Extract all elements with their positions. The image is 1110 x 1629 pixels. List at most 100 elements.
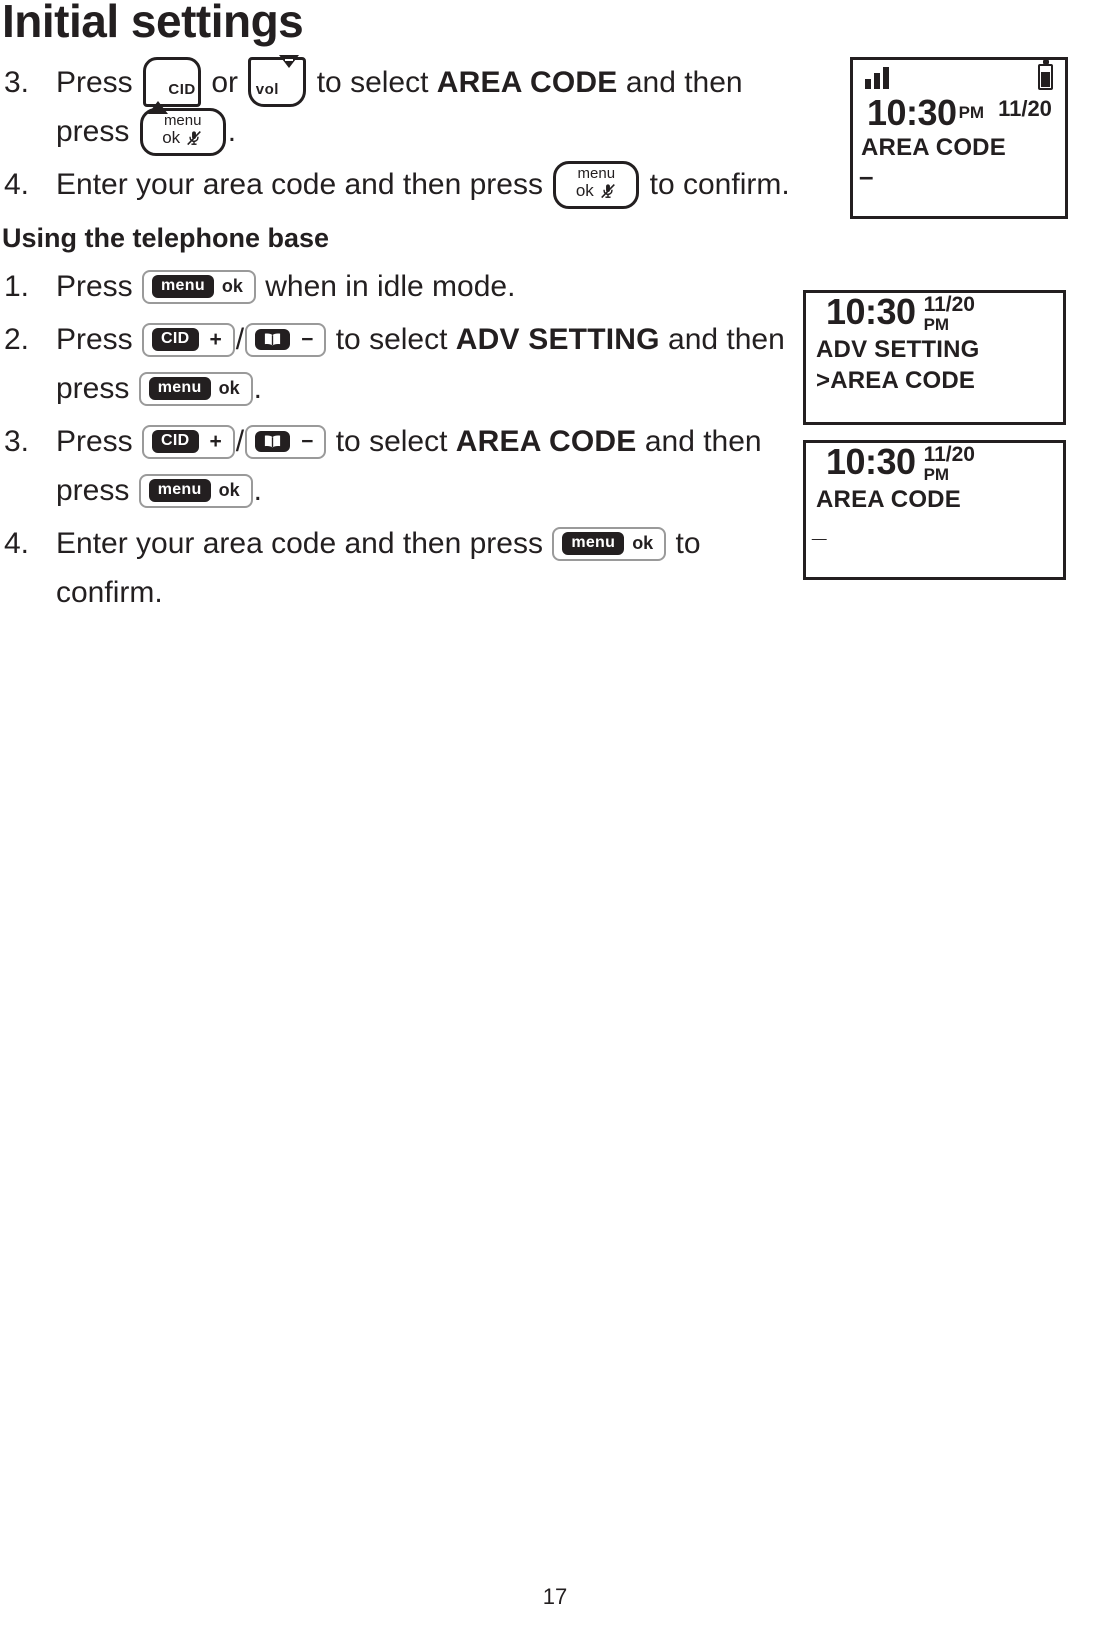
list-item: 2. Press CID + / − to select ADV SETTING… bbox=[0, 315, 800, 413]
step-number: 4. bbox=[4, 527, 30, 561]
list-item: 4. Enter your area code and then press m… bbox=[0, 160, 800, 209]
step-number: 4. bbox=[4, 168, 30, 202]
cid-key-label: CID bbox=[168, 81, 196, 99]
step-text: Press CID + / − to select ADV SETTING an… bbox=[56, 315, 800, 413]
step-number: 1. bbox=[4, 270, 30, 304]
plus-sign-icon: + bbox=[209, 327, 222, 351]
plus-sign-icon: + bbox=[209, 429, 222, 453]
page-title: Initial settings bbox=[2, 0, 304, 47]
menu-pill-label: menu bbox=[148, 479, 211, 503]
lcd-ampm: PM bbox=[923, 465, 950, 484]
step-number: 3. bbox=[4, 66, 30, 99]
menu-option-name: AREA CODE bbox=[455, 425, 637, 459]
menu-ok-key-line2: ok bbox=[575, 180, 594, 200]
step-text-fragment: . bbox=[253, 474, 262, 508]
lcd-cursor: _ bbox=[812, 513, 827, 543]
step-text-fragment: when in idle mode. bbox=[256, 270, 516, 304]
step-text: Enter your area code and then press menu… bbox=[56, 160, 800, 209]
lcd-status-bar bbox=[853, 60, 1065, 94]
lcd-time: 10:30 bbox=[826, 291, 916, 332]
menu-ok-key-line1: menu bbox=[163, 111, 202, 129]
step-text: Press menu ok when in idle mode. bbox=[56, 262, 800, 311]
lcd-clock-row: 10:30 11/20 PM bbox=[806, 441, 1063, 485]
lcd-date: 11/20 bbox=[998, 96, 1052, 121]
list-item: 4. Enter your area code and then press m… bbox=[0, 519, 800, 617]
menu-ok-key-base-icon[interactable]: menu ok bbox=[138, 371, 253, 406]
list-item: 3. Press CID + / − to select AREA CODE a… bbox=[0, 417, 800, 515]
menu-ok-key-handset-icon[interactable]: menu ok bbox=[139, 107, 226, 156]
step-text-fragment: / bbox=[235, 323, 245, 357]
menu-option-name: ADV SETTING bbox=[455, 323, 660, 357]
lcd-time: 10:30 bbox=[826, 441, 916, 482]
mute-microphone-icon bbox=[185, 129, 203, 147]
mute-microphone-icon bbox=[599, 182, 617, 200]
step-text-fragment: Press bbox=[56, 425, 142, 459]
step-number: 3. bbox=[4, 425, 30, 459]
step-text-fragment: to select bbox=[308, 66, 437, 99]
battery-icon bbox=[1038, 60, 1053, 90]
section-heading: Using the telephone base bbox=[2, 223, 330, 254]
ok-label: ok bbox=[632, 533, 654, 554]
step-text: Press CID + / − to select AREA CODE and … bbox=[56, 417, 800, 515]
triangle-down-minus-icon bbox=[278, 55, 299, 102]
phonebook-key-base-icon[interactable]: − bbox=[245, 424, 327, 459]
step-text-fragment: to select bbox=[327, 425, 456, 459]
step-text-fragment: . bbox=[253, 372, 262, 406]
minus-sign-icon: − bbox=[301, 327, 314, 351]
cid-pill-label: CID bbox=[152, 328, 199, 352]
lcd-clock-row: 10:30 PM 11/20 bbox=[853, 94, 1065, 132]
handset-area-code-entry-screen: 10:30 PM 11/20 AREA CODE – bbox=[850, 57, 1068, 219]
instructions-column: 3. Press CID or vol to select AREA CODE … bbox=[0, 55, 800, 621]
menu-pill-label: menu bbox=[562, 532, 625, 556]
menu-ok-key-base-icon[interactable]: menu ok bbox=[138, 473, 253, 508]
menu-ok-key-line1: menu bbox=[577, 164, 616, 182]
cid-key-handset-icon[interactable]: CID bbox=[143, 57, 202, 115]
lcd-ampm: PM bbox=[958, 103, 985, 122]
lcd-clock-row: 10:30 11/20 PM bbox=[806, 291, 1063, 335]
step-text-fragment: . bbox=[227, 115, 237, 149]
lcd-date: 11/20 bbox=[923, 443, 975, 466]
base-area-code-entry-screen: 10:30 11/20 PM AREA CODE _ bbox=[803, 440, 1066, 580]
step-text-fragment: to confirm. bbox=[641, 168, 790, 202]
ok-label: ok bbox=[218, 378, 240, 399]
ok-label: ok bbox=[218, 480, 240, 501]
phonebook-icon bbox=[255, 329, 291, 351]
step-text: Press CID or vol to select AREA CODE and… bbox=[56, 55, 800, 156]
signal-strength-icon bbox=[865, 67, 889, 89]
lcd-text-line: AREA CODE bbox=[861, 134, 1006, 161]
list-item: 1. Press menu ok when in idle mode. bbox=[0, 262, 800, 311]
phonebook-icon bbox=[255, 431, 291, 453]
menu-ok-key-base-icon[interactable]: menu ok bbox=[142, 269, 256, 304]
step-text-fragment: / bbox=[235, 425, 245, 459]
step-text-fragment: Enter your area code and then press bbox=[56, 168, 552, 202]
step-text: Enter your area code and then press menu… bbox=[56, 519, 800, 617]
minus-sign-icon: − bbox=[301, 429, 314, 453]
menu-ok-key-handset-icon[interactable]: menu ok bbox=[553, 160, 640, 209]
lcd-ampm: PM bbox=[923, 315, 950, 334]
lcd-text-line: AREA CODE bbox=[816, 486, 961, 513]
phonebook-key-base-icon[interactable]: − bbox=[245, 322, 327, 357]
vol-key-label: vol bbox=[255, 81, 279, 99]
step-text-fragment: Press bbox=[56, 66, 142, 99]
cid-key-base-icon[interactable]: CID + bbox=[142, 322, 235, 357]
step-number: 2. bbox=[4, 323, 30, 357]
list-item: 3. Press CID or vol to select AREA CODE … bbox=[0, 55, 800, 156]
lcd-cursor: – bbox=[859, 161, 874, 191]
vol-key-handset-icon[interactable]: vol bbox=[248, 55, 307, 108]
menu-ok-key-line2: ok bbox=[162, 127, 181, 147]
ok-label: ok bbox=[221, 276, 243, 297]
page-number: 17 bbox=[542, 1584, 568, 1609]
cid-key-base-icon[interactable]: CID + bbox=[142, 424, 235, 459]
step-text-fragment: or bbox=[203, 66, 247, 99]
menu-pill-label: menu bbox=[148, 377, 211, 401]
menu-option-name: AREA CODE bbox=[436, 66, 618, 99]
lcd-time: 10:30 bbox=[867, 92, 957, 133]
base-adv-setting-screen: 10:30 11/20 PM ADV SETTING >AREA CODE bbox=[803, 290, 1066, 425]
lcd-text-line: ADV SETTING bbox=[816, 336, 980, 363]
lcd-text-line-selected: >AREA CODE bbox=[816, 367, 976, 394]
lcd-date: 11/20 bbox=[923, 293, 975, 316]
menu-pill-label: menu bbox=[152, 275, 214, 299]
step-text-fragment: Enter your area code and then press bbox=[56, 527, 552, 561]
menu-ok-key-base-icon[interactable]: menu ok bbox=[552, 526, 667, 561]
cid-pill-label: CID bbox=[152, 430, 199, 454]
